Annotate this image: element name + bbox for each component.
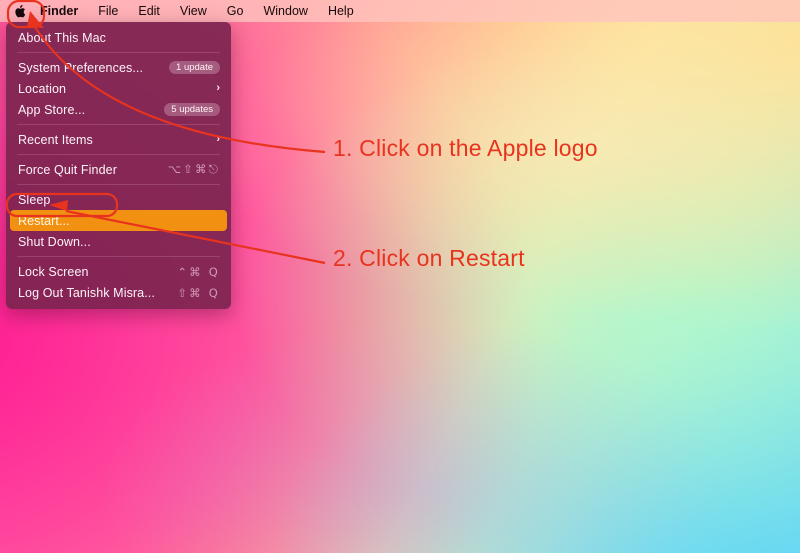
chevron-right-icon: › xyxy=(216,133,220,145)
menu-item-app-store[interactable]: App Store... 5 updates xyxy=(6,99,231,120)
annotation-step2-text: 2. Click on Restart xyxy=(333,245,525,271)
menu-item-accessory: ⌃⌘ Q xyxy=(177,265,220,279)
menu-item-accessory: › xyxy=(216,134,220,145)
menu-item-accessory: 5 updates xyxy=(164,103,220,116)
menu-item-restart[interactable]: Restart... xyxy=(10,210,227,231)
menu-item-accessory: ⇧⌘ Q xyxy=(177,286,220,300)
desktop-screen: Finder File Edit View Go Window Help Abo… xyxy=(0,0,800,553)
menu-item-log-out[interactable]: Log Out Tanishk Misra... ⇧⌘ Q xyxy=(6,282,231,303)
menu-separator xyxy=(17,124,220,125)
menu-item-label: Location xyxy=(18,81,67,96)
menu-item-location[interactable]: Location › xyxy=(6,78,231,99)
apple-menu-dropdown: About This Mac System Preferences... 1 u… xyxy=(6,22,231,309)
menu-item-label: Shut Down... xyxy=(18,234,91,249)
menu-bar: Finder File Edit View Go Window Help xyxy=(0,0,800,22)
menu-item-accessory: › xyxy=(216,83,220,94)
menubar-item-view[interactable]: View xyxy=(170,0,217,22)
menu-item-label: Restart... xyxy=(18,213,70,228)
menu-item-label: Log Out Tanishk Misra... xyxy=(18,285,155,300)
keyboard-shortcut: ⌥⇧⌘⎋ xyxy=(167,162,220,176)
menu-item-label: Lock Screen xyxy=(18,264,89,279)
menubar-item-edit[interactable]: Edit xyxy=(128,0,170,22)
menu-item-lock-screen[interactable]: Lock Screen ⌃⌘ Q xyxy=(6,261,231,282)
annotation-step1-text: 1. Click on the Apple logo xyxy=(333,135,598,161)
menu-item-label: System Preferences... xyxy=(18,60,144,75)
update-badge: 5 updates xyxy=(164,103,220,116)
menu-item-about-this-mac[interactable]: About This Mac xyxy=(6,27,231,48)
menubar-item-file[interactable]: File xyxy=(88,0,128,22)
menu-item-label: App Store... xyxy=(18,102,86,117)
menu-item-sleep[interactable]: Sleep xyxy=(6,189,231,210)
menu-item-label: About This Mac xyxy=(18,30,107,45)
menubar-item-go[interactable]: Go xyxy=(217,0,254,22)
menu-item-accessory: ⌥⇧⌘⎋ xyxy=(168,162,220,177)
menu-item-recent-items[interactable]: Recent Items › xyxy=(6,129,231,150)
chevron-right-icon: › xyxy=(216,82,220,94)
menubar-item-finder[interactable]: Finder xyxy=(36,0,88,22)
menubar-item-window[interactable]: Window xyxy=(253,0,317,22)
menu-separator xyxy=(17,52,220,53)
apple-logo-icon[interactable] xyxy=(8,0,30,22)
menu-item-accessory: 1 update xyxy=(169,61,220,74)
menu-separator xyxy=(17,256,220,257)
menu-item-force-quit-finder[interactable]: Force Quit Finder ⌥⇧⌘⎋ xyxy=(6,159,231,180)
menu-item-label: Sleep xyxy=(18,192,51,207)
menu-item-label: Force Quit Finder xyxy=(18,162,117,177)
menu-separator xyxy=(17,184,220,185)
keyboard-shortcut: ⇧⌘ Q xyxy=(177,285,220,300)
menu-item-system-preferences[interactable]: System Preferences... 1 update xyxy=(6,57,231,78)
menubar-item-help[interactable]: Help xyxy=(318,0,364,22)
menu-separator xyxy=(17,154,220,155)
menu-item-label: Recent Items xyxy=(18,132,93,147)
update-badge: 1 update xyxy=(169,61,220,74)
keyboard-shortcut: ⌃⌘ Q xyxy=(177,264,220,279)
menu-item-shut-down[interactable]: Shut Down... xyxy=(6,231,231,252)
